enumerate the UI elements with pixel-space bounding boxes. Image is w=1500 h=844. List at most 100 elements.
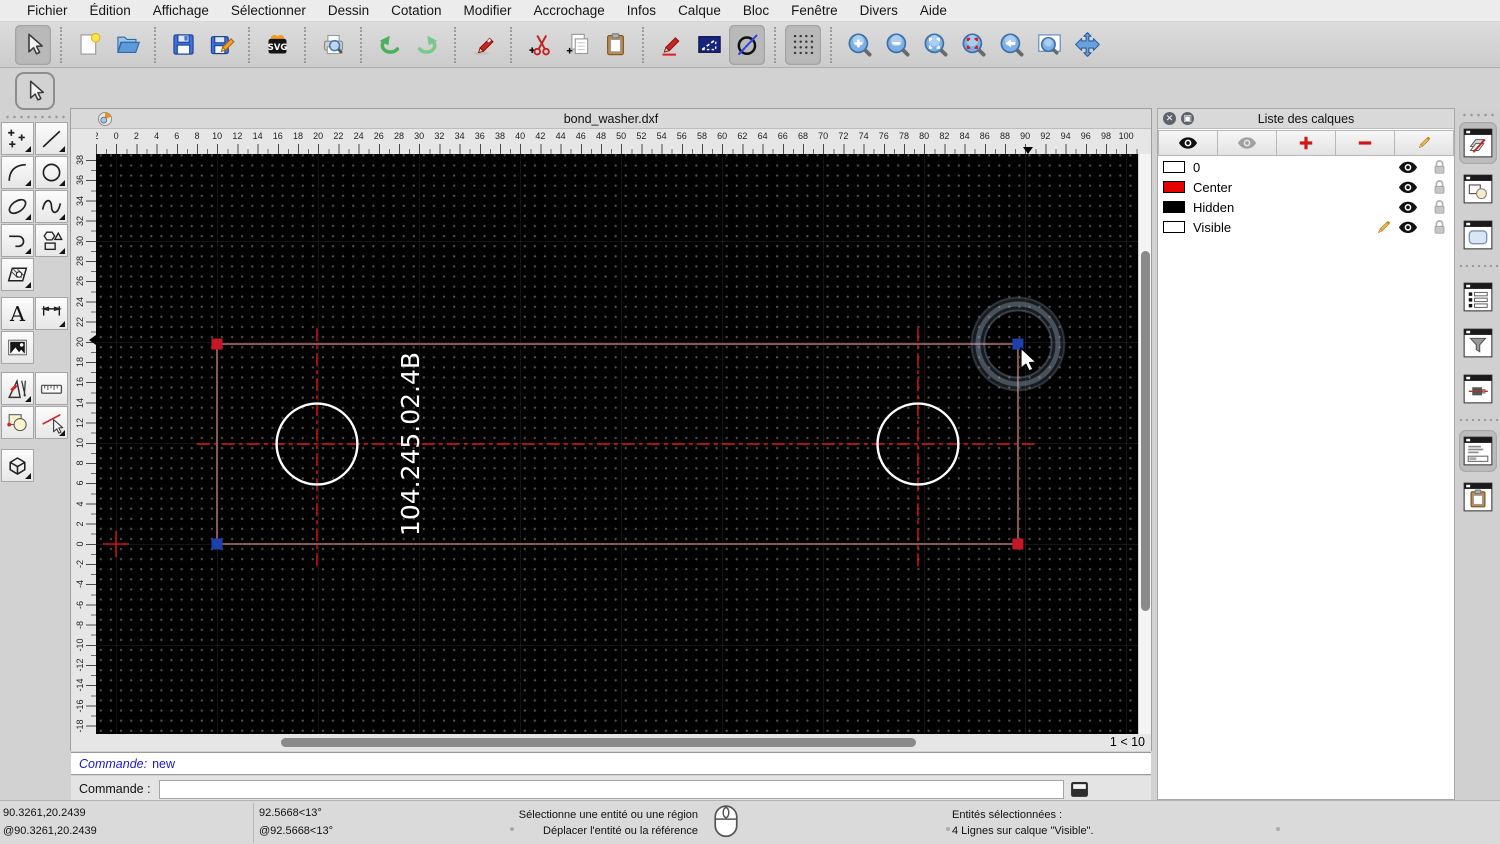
pointer-button[interactable] — [15, 25, 51, 65]
remove-layer-button[interactable] — [1336, 130, 1395, 156]
save-as-button[interactable] — [203, 25, 239, 65]
points-tool[interactable] — [1, 122, 34, 155]
ruler-label: 94 — [1061, 131, 1071, 141]
menu-accrochage[interactable]: Accrochage — [522, 3, 615, 18]
print-preview-button[interactable] — [315, 25, 351, 65]
dock-library-button[interactable] — [1459, 214, 1497, 256]
selection-pointer-tool[interactable] — [15, 72, 55, 110]
dock-drag-handle[interactable] — [1461, 113, 1495, 117]
arc-tool[interactable] — [1, 156, 34, 189]
menu-cotation[interactable]: Cotation — [380, 3, 452, 18]
layer-lock-icon[interactable] — [1433, 179, 1446, 195]
close-icon[interactable]: ✕ — [1163, 112, 1176, 125]
zoom-redraw-button[interactable] — [955, 25, 991, 65]
save-button[interactable] — [165, 25, 201, 65]
dock-filter-button[interactable] — [1459, 322, 1497, 364]
modify-tool[interactable] — [1, 372, 34, 405]
menu-selectionner[interactable]: Sélectionner — [220, 3, 317, 18]
palette-drag-handle[interactable] — [4, 115, 66, 119]
zoom-in-button[interactable] — [841, 25, 877, 65]
dock-layers-button[interactable] — [1459, 122, 1497, 164]
layer-lock-icon[interactable] — [1433, 219, 1446, 235]
zoom-auto-button[interactable] — [917, 25, 953, 65]
zoom-out-button[interactable] — [879, 25, 915, 65]
layer-visibility-icon[interactable] — [1398, 201, 1418, 214]
ellipse-tool[interactable] — [1, 190, 34, 223]
drawing-window-titlebar[interactable]: bond_washer.dxf — [71, 109, 1151, 129]
cut-button[interactable] — [521, 25, 557, 65]
dimension-tool[interactable] — [35, 297, 68, 330]
add-layer-button[interactable] — [1277, 130, 1336, 156]
layer-row-hidden[interactable]: Hidden — [1158, 197, 1454, 217]
order-tool[interactable] — [1, 406, 34, 439]
command-input[interactable] — [159, 780, 1064, 799]
hatch-tool[interactable] — [1, 258, 34, 291]
copy-button[interactable] — [559, 25, 595, 65]
command-options-button[interactable] — [1070, 781, 1089, 797]
menu-affichage[interactable]: Affichage — [142, 3, 220, 18]
menu-fichier[interactable]: Fichier — [16, 3, 79, 18]
zoom-previous-button[interactable] — [993, 25, 1029, 65]
layer-row-center[interactable]: Center — [1158, 177, 1454, 197]
new-file-button[interactable] — [71, 25, 107, 65]
open-folder-button[interactable] — [109, 25, 145, 65]
layer-visibility-icon[interactable] — [1398, 221, 1418, 234]
layer-visibility-icon[interactable] — [1398, 181, 1418, 194]
hide-all-button[interactable] — [1218, 130, 1277, 156]
image-tool[interactable] — [1, 331, 34, 364]
snap-grid-button[interactable] — [785, 25, 821, 65]
zoom-window-button[interactable] — [1031, 25, 1067, 65]
menu-divers[interactable]: Divers — [849, 3, 909, 18]
show-all-button[interactable] — [1158, 130, 1218, 156]
menu-calque[interactable]: Calque — [667, 3, 732, 18]
vertical-scrollbar[interactable] — [1138, 154, 1151, 734]
layer-row-visible[interactable]: Visible — [1158, 217, 1454, 237]
measure-tool[interactable] — [35, 372, 68, 405]
modify-layer-button[interactable] — [1395, 130, 1454, 156]
menu-fenetre[interactable]: Fenêtre — [780, 3, 849, 18]
layer-color-swatch[interactable] — [1163, 181, 1185, 193]
construction-circle-button[interactable] — [729, 25, 765, 65]
line-tool[interactable] — [35, 122, 68, 155]
vertical-scrollbar-thumb[interactable] — [1141, 251, 1150, 611]
delete-eraser-button[interactable] — [465, 25, 501, 65]
layer-color-swatch[interactable] — [1163, 201, 1185, 213]
layer-visibility-icon[interactable] — [1398, 161, 1418, 174]
dock-clipboard-button[interactable] — [1459, 476, 1497, 518]
ruler-corner — [71, 130, 96, 154]
layer-color-swatch[interactable] — [1163, 161, 1185, 173]
drawing-canvas[interactable]: 104.245.02.4B — [96, 154, 1139, 734]
redo-button[interactable] — [409, 25, 445, 65]
text-tool[interactable]: A — [1, 297, 34, 330]
pen-edit-button[interactable] — [653, 25, 689, 65]
svg-export-button[interactable]: SVG — [259, 25, 295, 65]
menu-modifier[interactable]: Modifier — [452, 3, 522, 18]
horizontal-scrollbar-thumb[interactable] — [281, 738, 916, 747]
horizontal-scrollbar[interactable]: 1 < 10 — [71, 735, 1151, 751]
circle-tool[interactable] — [35, 156, 68, 189]
menu-aide[interactable]: Aide — [909, 3, 958, 18]
layer-color-swatch[interactable] — [1163, 221, 1185, 233]
palette-row — [1, 156, 70, 189]
menu-bloc[interactable]: Bloc — [732, 3, 780, 18]
solid-tool[interactable] — [1, 449, 34, 482]
zoom-pan-button[interactable] — [1069, 25, 1105, 65]
select-entity-tool[interactable] — [35, 406, 68, 439]
dock-pen-button[interactable] — [1459, 368, 1497, 410]
paste-button[interactable] — [597, 25, 633, 65]
dock-command-button[interactable] — [1459, 430, 1497, 472]
menu-dessin[interactable]: Dessin — [317, 3, 380, 18]
menu-infos[interactable]: Infos — [616, 3, 667, 18]
dock-lists-button[interactable] — [1459, 276, 1497, 318]
dock-blocks-button[interactable] — [1459, 168, 1497, 210]
draw-preview-button[interactable] — [691, 25, 727, 65]
layer-lock-icon[interactable] — [1433, 199, 1446, 215]
layer-row-0[interactable]: 0 — [1158, 157, 1454, 177]
layer-lock-icon[interactable] — [1433, 159, 1446, 175]
undo-button[interactable] — [371, 25, 407, 65]
spline-tool[interactable] — [35, 190, 68, 223]
polyline-tool[interactable] — [1, 224, 34, 257]
polygon-tool[interactable] — [35, 224, 68, 257]
menu-edition[interactable]: Édition — [79, 3, 142, 18]
detach-icon[interactable]: ▣ — [1181, 112, 1194, 125]
